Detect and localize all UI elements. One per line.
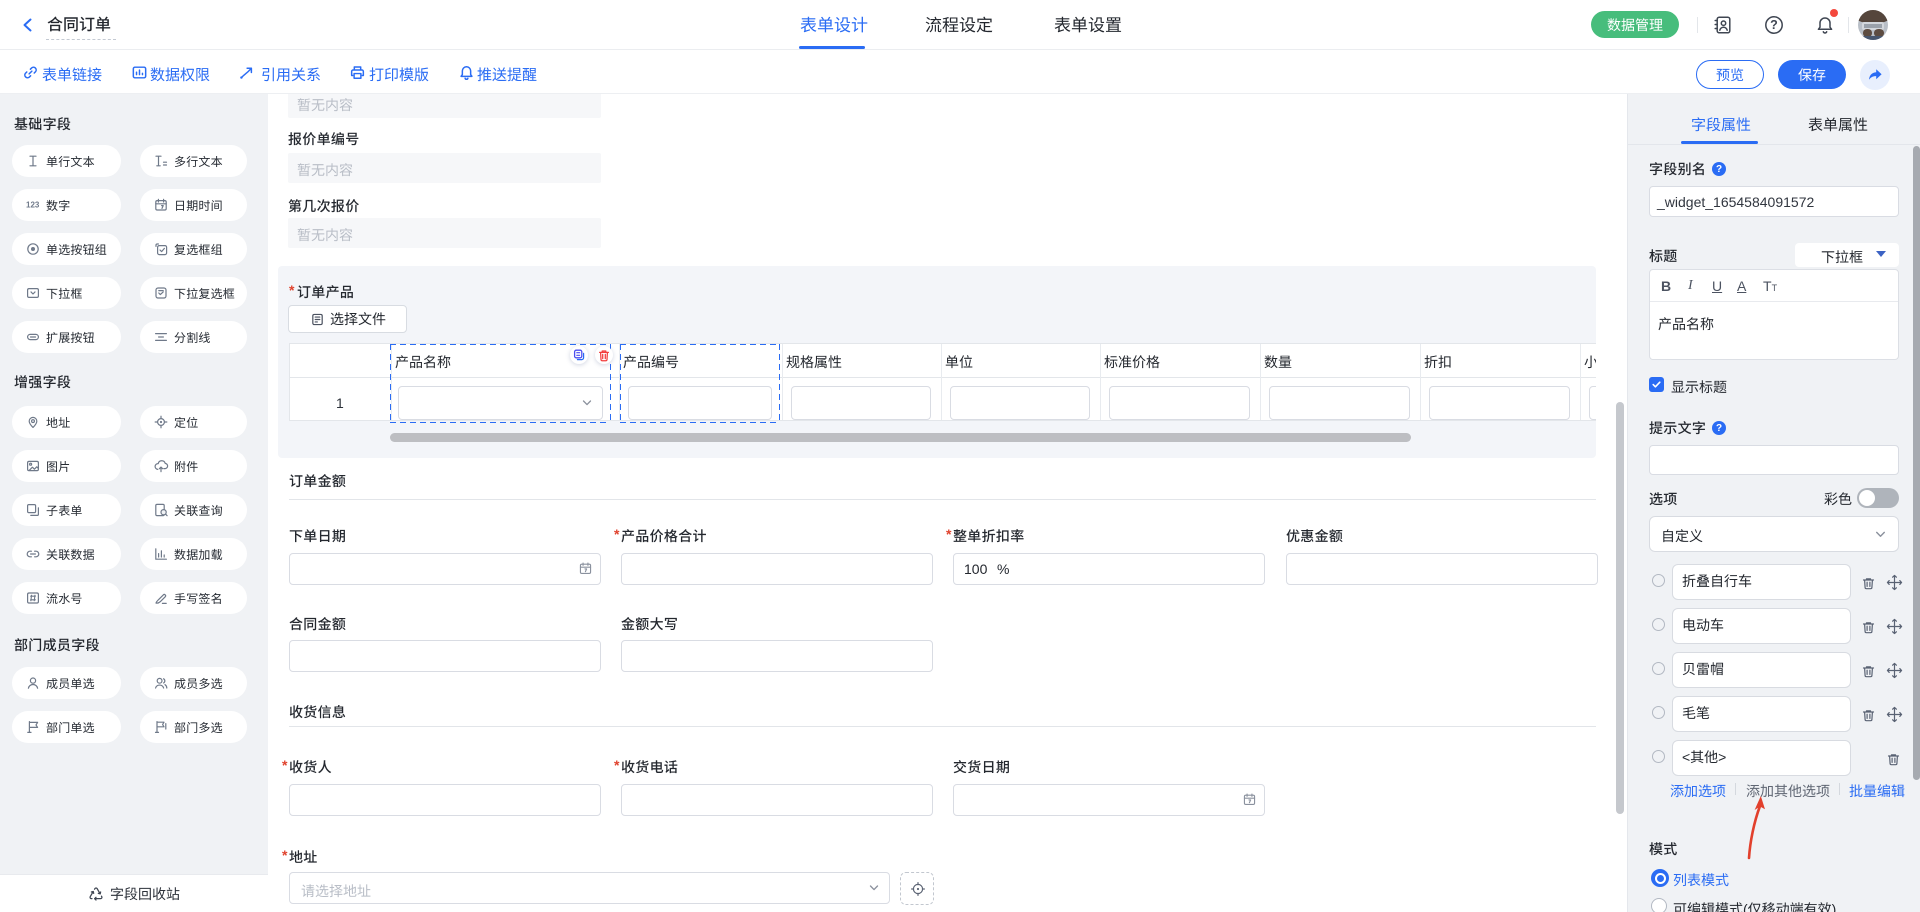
svg-text:123: 123 (26, 201, 40, 210)
svg-text:?: ? (1770, 18, 1778, 32)
